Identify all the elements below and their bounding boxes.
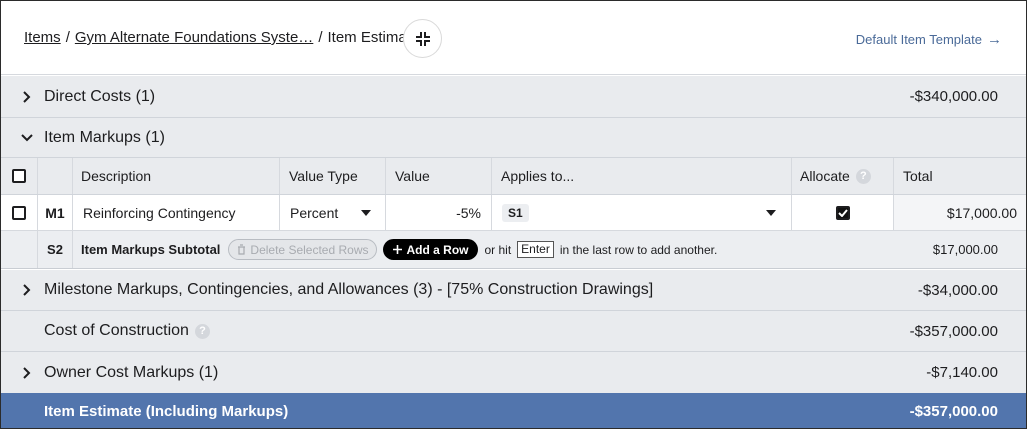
applies-to-chip: S1 — [502, 203, 529, 222]
breadcrumb-separator: / — [318, 29, 323, 46]
subtotal-actions: Item Markups Subtotal Delete Selected Ro… — [81, 231, 717, 268]
row-checkbox[interactable] — [12, 205, 26, 220]
chevron-down-icon[interactable] — [16, 133, 38, 143]
section-item-markups[interactable]: Item Markups (1) — [1, 118, 1026, 158]
add-a-row-button[interactable]: Add a Row — [383, 239, 479, 260]
applies-to-select[interactable]: S1 — [492, 195, 792, 230]
breadcrumb-separator: / — [65, 29, 70, 46]
column-header-allocate[interactable]: Allocate ? — [792, 158, 894, 194]
chevron-right-icon[interactable] — [16, 90, 38, 103]
delete-selected-rows-button[interactable]: Delete Selected Rows — [228, 239, 378, 260]
section-milestone-markups[interactable]: Milestone Markups, Contingencies, and Al… — [1, 270, 1026, 311]
add-button-label: Add a Row — [406, 242, 469, 257]
subtotal-id: S2 — [38, 231, 73, 268]
section-label: Owner Cost Markups (1) — [44, 363, 219, 381]
section-cost-of-construction: Cost of Construction ? -$357,000.00 — [1, 311, 1026, 352]
collapse-button[interactable] — [403, 19, 442, 58]
add-row-hint: in the last row to add another. — [559, 242, 718, 257]
section-direct-costs[interactable]: Direct Costs (1) -$340,000.00 — [1, 76, 1026, 118]
column-header-value-type[interactable]: Value Type — [280, 158, 386, 194]
column-header-total[interactable]: Total — [894, 158, 1026, 194]
markups-table-header: Description Value Type Value Applies to.… — [1, 158, 1026, 195]
description-field[interactable]: Reinforcing Contingency — [73, 195, 280, 230]
arrow-right-icon: → — [987, 31, 1002, 48]
total-label: Item Estimate (Including Markups) — [44, 403, 289, 420]
template-link-label: Default Item Template — [855, 32, 982, 47]
select-all-cell — [1, 158, 38, 194]
subtotal-row: S2 Item Markups Subtotal Delete Selected… — [1, 231, 1026, 269]
default-item-template-link[interactable]: Default Item Template → — [856, 31, 1002, 48]
section-label: Milestone Markups, Contingencies, and Al… — [44, 281, 654, 298]
collapse-arrows-icon — [415, 31, 430, 46]
dropdown-caret-icon — [766, 209, 776, 216]
section-label: Item Markups (1) — [44, 128, 165, 146]
or-hit-text: or hit — [484, 242, 512, 257]
page-header: Items / Gym Alternate Foundations Syste…… — [1, 1, 1026, 75]
delete-button-label: Delete Selected Rows — [250, 242, 369, 257]
column-header-applies-to[interactable]: Applies to... — [492, 158, 792, 194]
help-icon[interactable]: ? — [194, 323, 210, 339]
section-label: Direct Costs (1) — [44, 87, 156, 105]
section-amount: -$34,000.00 — [917, 281, 998, 299]
dropdown-caret-icon — [361, 209, 371, 216]
trash-icon — [238, 244, 246, 255]
section-amount: -$7,140.00 — [926, 364, 998, 381]
allocate-checkbox[interactable] — [835, 205, 850, 220]
value-type-value: Percent — [290, 204, 339, 221]
enter-key: Enter — [517, 241, 554, 258]
checkmark-icon — [837, 208, 848, 217]
chevron-right-icon[interactable] — [16, 284, 38, 296]
row-id: M1 — [38, 195, 73, 230]
subtotal-total: $17,000.00 — [932, 242, 998, 257]
column-header-description[interactable]: Description — [73, 158, 280, 194]
chevron-right-icon[interactable] — [16, 366, 38, 379]
item-estimate-panel: Items / Gym Alternate Foundations Syste…… — [0, 0, 1027, 429]
allocate-cell — [792, 195, 894, 230]
select-all-checkbox[interactable] — [12, 169, 26, 183]
allocate-label: Allocate — [800, 168, 850, 184]
row-select-cell — [1, 195, 38, 230]
section-amount: -$340,000.00 — [909, 88, 998, 105]
subtotal-label: Item Markups Subtotal — [81, 242, 221, 257]
table-row: M1 Reinforcing Contingency Percent -5% S… — [1, 195, 1026, 231]
section-owner-cost-markups[interactable]: Owner Cost Markups (1) -$7,140.00 — [1, 352, 1026, 393]
plus-icon — [393, 245, 403, 254]
breadcrumb: Items / Gym Alternate Foundations Syste…… — [24, 29, 419, 46]
breadcrumb-project-link[interactable]: Gym Alternate Foundations Syste… — [75, 29, 313, 46]
help-icon[interactable]: ? — [855, 168, 871, 184]
value-field[interactable]: -5% — [386, 195, 492, 230]
section-label: Cost of Construction — [44, 322, 189, 339]
total-amount: -$357,000.00 — [909, 403, 998, 420]
subtotal-empty-cell — [1, 231, 38, 268]
column-header-value[interactable]: Value — [386, 158, 492, 194]
value-type-select[interactable]: Percent — [280, 195, 386, 230]
item-estimate-total-bar: Item Estimate (Including Markups) -$357,… — [1, 393, 1026, 428]
id-column-header — [38, 158, 73, 194]
breadcrumb-items-link[interactable]: Items — [24, 29, 61, 46]
section-amount: -$357,000.00 — [909, 322, 998, 340]
row-total: $17,000.00 — [894, 195, 1026, 230]
